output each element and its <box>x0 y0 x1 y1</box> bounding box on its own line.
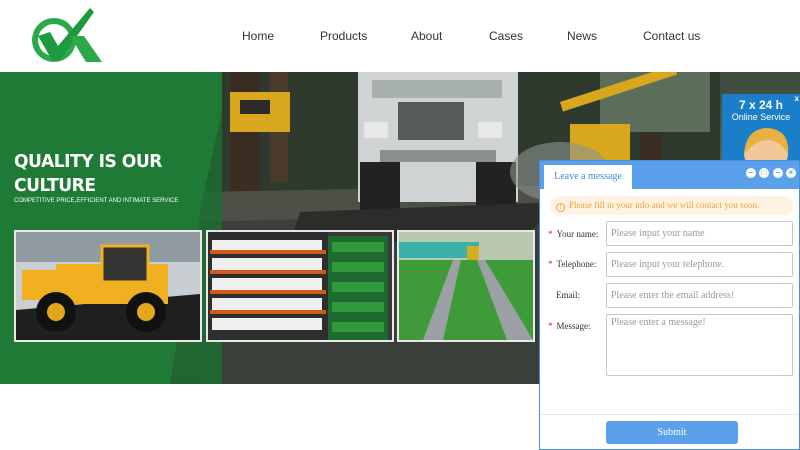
submit-button[interactable]: Submit <box>606 421 738 444</box>
telephone-label: * Telephone: <box>548 259 596 269</box>
email-input[interactable] <box>606 283 793 308</box>
nav-contact-us[interactable]: Contact us <box>643 29 700 43</box>
nav-news[interactable]: News <box>567 29 597 43</box>
ad-subtitle: Online Service <box>731 112 791 122</box>
banner-title-line1: QUALITY IS OUR <box>14 151 162 172</box>
nav-cases[interactable]: Cases <box>489 29 523 43</box>
ad-close-icon[interactable]: x <box>795 94 799 103</box>
required-mark: * <box>548 229 553 239</box>
message-label-text: Message: <box>556 321 591 331</box>
email-label: Email: <box>556 290 580 300</box>
required-mark: * <box>548 321 553 331</box>
banner-title-line2: CULTURE <box>14 175 96 196</box>
name-input[interactable] <box>606 221 793 246</box>
nav-home[interactable]: Home <box>242 29 274 43</box>
product-thumb-ground-mats[interactable] <box>397 230 535 342</box>
name-label: * Your name: <box>548 229 598 239</box>
name-label-text: Your name: <box>556 229 599 239</box>
product-thumb-loader[interactable] <box>14 230 202 342</box>
product-thumb-sheets[interactable] <box>206 230 394 342</box>
leave-message-widget: Leave a message – □ – × ! Please fill in … <box>539 160 800 450</box>
message-label: * Message: <box>548 321 591 331</box>
message-textarea[interactable] <box>606 314 793 376</box>
banner-title: QUALITY IS OUR CULTURE <box>14 150 195 198</box>
support-agent-image <box>744 128 789 162</box>
banner-subtitle: COMPETITIVE PRICE,EFFICIENT AND INTIMATE… <box>14 198 179 204</box>
nav-about[interactable]: About <box>411 29 442 43</box>
site-header: Home Products About Cases News Contact u… <box>0 0 800 72</box>
info-notice: ! Please fill in your info and we will co… <box>550 196 793 215</box>
widget-divider <box>540 414 799 415</box>
notice-text: Please fill in your info and we will con… <box>569 200 760 210</box>
widget-header: Leave a message – □ – × <box>540 161 799 189</box>
tab-leave-message[interactable]: Leave a message <box>544 165 632 189</box>
telephone-input[interactable] <box>606 252 793 277</box>
ad-title: 7 x 24 h <box>738 98 784 112</box>
restore-icon[interactable]: – <box>773 168 783 178</box>
company-logo[interactable] <box>30 6 104 66</box>
required-mark: * <box>548 259 553 269</box>
close-icon[interactable]: × <box>786 168 796 178</box>
nav-products[interactable]: Products <box>320 29 367 43</box>
online-service-ad[interactable]: 7 x 24 h Online Service x <box>722 94 800 162</box>
minimize-icon[interactable]: – <box>746 168 756 178</box>
info-icon: ! <box>556 203 565 212</box>
maximize-icon[interactable]: □ <box>759 168 769 178</box>
telephone-label-text: Telephone: <box>556 259 597 269</box>
